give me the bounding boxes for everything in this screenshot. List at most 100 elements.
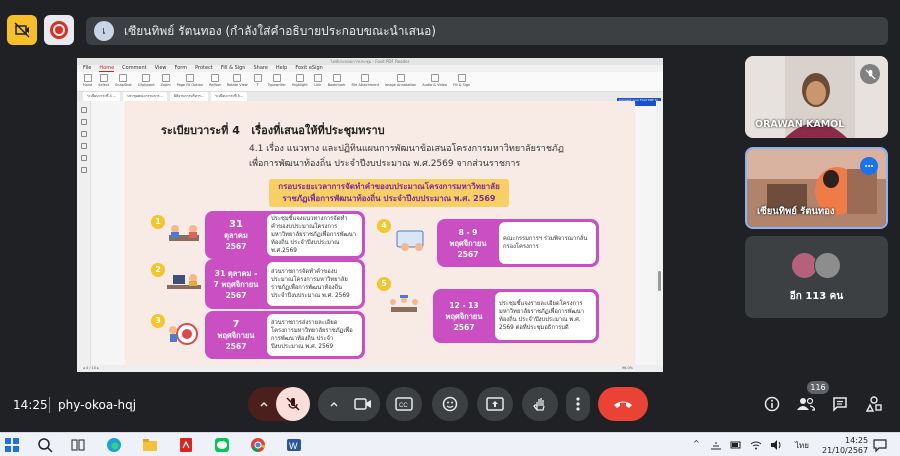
ribbon-tool[interactable]: Link: [313, 74, 322, 89]
ribbon-tool[interactable]: Page Fit Option: [177, 74, 203, 89]
signature-icon[interactable]: [80, 167, 87, 173]
pdf-menu-item[interactable]: Fill & Sign: [221, 65, 246, 72]
pdf-menu-item[interactable]: File: [83, 65, 91, 72]
notifications-icon[interactable]: [872, 437, 888, 453]
activities-button[interactable]: [862, 392, 886, 416]
videocam-icon: [354, 398, 371, 410]
ribbon-tool[interactable]: Bookmark: [328, 74, 345, 89]
file-explorer-icon[interactable]: [142, 437, 158, 453]
meeting-controls: 14:25 phy-okoa-hqj CC: [0, 384, 900, 426]
card-text: คณะกรรมการฯ ร่วมพิจารณากลั่นกรองโครงการ: [499, 222, 596, 264]
ribbon-tool[interactable]: Fill & Sign: [453, 74, 470, 89]
raise-hand-button[interactable]: [522, 387, 558, 421]
pdf-menu-item[interactable]: View: [155, 65, 167, 72]
top-bar: เ เซียนทิพย์ รัตนทอง (กำลังใส่คำอธิบายปร…: [0, 0, 900, 60]
more-options-button[interactable]: [566, 387, 590, 421]
meeting-code: phy-okoa-hqj: [58, 398, 137, 412]
meeting-details-button[interactable]: [760, 392, 784, 416]
ribbon-tool[interactable]: Reflow: [209, 74, 221, 89]
pdf-menu-item[interactable]: Foxit eSign: [295, 65, 322, 72]
camera-toggle-button[interactable]: [346, 387, 380, 421]
ribbon-tool[interactable]: SnapShot: [115, 74, 132, 89]
pdf-tab[interactable]: มิติงานการบริหาร...: [169, 92, 209, 101]
word-icon[interactable]: W: [286, 437, 302, 453]
hide-self-view-icon: [14, 22, 30, 38]
pdf-tab[interactable]: ประชุมคณะกรรมการ...: [123, 92, 167, 101]
edge-browser-icon[interactable]: [106, 437, 122, 453]
card-text: ประชุมชี้แจงรายละเอียดโครงการมหาวิทยาลัย…: [495, 292, 596, 340]
zoom-level[interactable]: 96.0%: [622, 365, 633, 372]
recording-icon: [50, 21, 68, 39]
svg-text:CC: CC: [399, 403, 408, 409]
ribbon-tool[interactable]: Typewriter: [268, 74, 286, 89]
recording-button[interactable]: [44, 15, 74, 45]
network-icon[interactable]: [710, 439, 722, 451]
ribbon-tool[interactable]: Image Annotation: [385, 74, 416, 89]
line-app-icon[interactable]: [214, 437, 230, 453]
pdf-menu-item[interactable]: Share: [253, 65, 267, 72]
pdf-reader-icon[interactable]: [178, 437, 194, 453]
reactions-button[interactable]: [432, 387, 468, 421]
timeline-card: 31 ตุลาคม -7 พฤศจิกายน 2567 ส่วนราชการจัด…: [205, 259, 365, 309]
bookmark-icon[interactable]: [80, 107, 87, 113]
pdf-window-title: ไฟล์ประกอบการประชุม - Foxit PDF Reader: [77, 58, 663, 65]
ribbon-tool[interactable]: Hand: [83, 74, 92, 89]
language-indicator[interactable]: ไทย: [795, 439, 809, 452]
ribbon-tool[interactable]: Rotate View: [227, 74, 248, 89]
pdf-tab[interactable]: ระเบียบวาระที่ 5...: [211, 92, 248, 101]
closed-captions-icon: CC: [395, 397, 413, 411]
volume-icon[interactable]: [770, 439, 782, 451]
hide-presenter-button[interactable]: [7, 15, 37, 45]
card-date: 31 ตุลาคม 2567: [224, 218, 248, 251]
search-icon[interactable]: [37, 437, 53, 453]
pdf-side-panel: [77, 101, 91, 365]
pdf-menu-item[interactable]: Home: [99, 65, 115, 72]
slide-subtitle-line2: เพื่อการพัฒนาท้องถิ่น ประจำปีงบประมาณ พ.…: [249, 159, 521, 169]
ribbon-tool[interactable]: File Attachment: [351, 74, 379, 89]
present-screen-button[interactable]: [477, 387, 513, 421]
more-participants-tile[interactable]: อีก 113 คน: [745, 236, 888, 318]
wifi-icon[interactable]: [750, 439, 762, 451]
captions-button[interactable]: CC: [386, 387, 422, 421]
task-view-icon[interactable]: [70, 437, 86, 453]
timeline-card: 7 พฤศจิกายน 2567 ส่วนราชการส่งรายละเอียดโค…: [205, 311, 365, 359]
pdf-tab[interactable]: ระเบียบวาระที่ 4 ...: [83, 92, 121, 101]
card-date: 31 ตุลาคม -7 พฤศจิกายน 2567: [213, 268, 259, 300]
ribbon-tool[interactable]: Select: [98, 74, 109, 89]
card-date: 8 - 9 พฤศจิกายน 2567: [449, 227, 487, 259]
battery-icon[interactable]: [730, 439, 742, 451]
pdf-menu-item[interactable]: Comment: [122, 65, 147, 72]
meeting-time: 14:25: [13, 398, 48, 412]
pdf-menu-item[interactable]: Form: [175, 65, 188, 72]
system-clock[interactable]: 14:25 21/10/2567: [822, 436, 868, 456]
ribbon-tool[interactable]: Highlight: [292, 74, 308, 89]
chrome-icon[interactable]: [250, 437, 266, 453]
office-work-illustration-icon: [167, 274, 201, 289]
ribbon-tool[interactable]: Audio & Video: [422, 74, 447, 89]
pdf-scrollbar[interactable]: [656, 101, 663, 365]
timeline-card: 31 ตุลาคม 2567 ประชุมชี้แจงแนวทางการจัดทำค…: [205, 211, 365, 259]
pdf-menu-item[interactable]: Protect: [195, 65, 213, 72]
show-hidden-icons[interactable]: ^: [693, 439, 700, 448]
pdf-ribbon: Hand Select SnapShot Clipboard Zoom Page…: [77, 72, 663, 92]
ribbon-tool[interactable]: Zoom: [161, 74, 171, 89]
more-participants-label: อีก 113 คน: [789, 291, 844, 302]
ribbon-tool[interactable]: T: [253, 74, 262, 89]
participant-tile[interactable]: ORAWAN KAMOL: [745, 56, 888, 138]
people-button[interactable]: [794, 392, 818, 416]
leave-call-button[interactable]: [598, 387, 648, 421]
page-thumbnail-icon[interactable]: [80, 119, 87, 125]
layer-icon[interactable]: [80, 143, 87, 149]
page-indicator[interactable]: ◂ 4 / 10 ▸: [83, 366, 99, 370]
chat-icon: [833, 397, 847, 412]
participant-tile-active[interactable]: เซียนทิพย์ รัตนทอง: [745, 147, 888, 229]
attachment-icon[interactable]: [80, 131, 87, 137]
windows-start-icon[interactable]: [4, 437, 20, 453]
ribbon-tool[interactable]: Clipboard: [138, 74, 155, 89]
mic-toggle-button[interactable]: [276, 387, 310, 421]
step-number: 4: [377, 219, 391, 233]
mic-off-icon: [286, 397, 300, 411]
comment-icon[interactable]: [80, 155, 87, 161]
pdf-menu-item[interactable]: Help: [276, 65, 287, 72]
chat-button[interactable]: [828, 392, 852, 416]
